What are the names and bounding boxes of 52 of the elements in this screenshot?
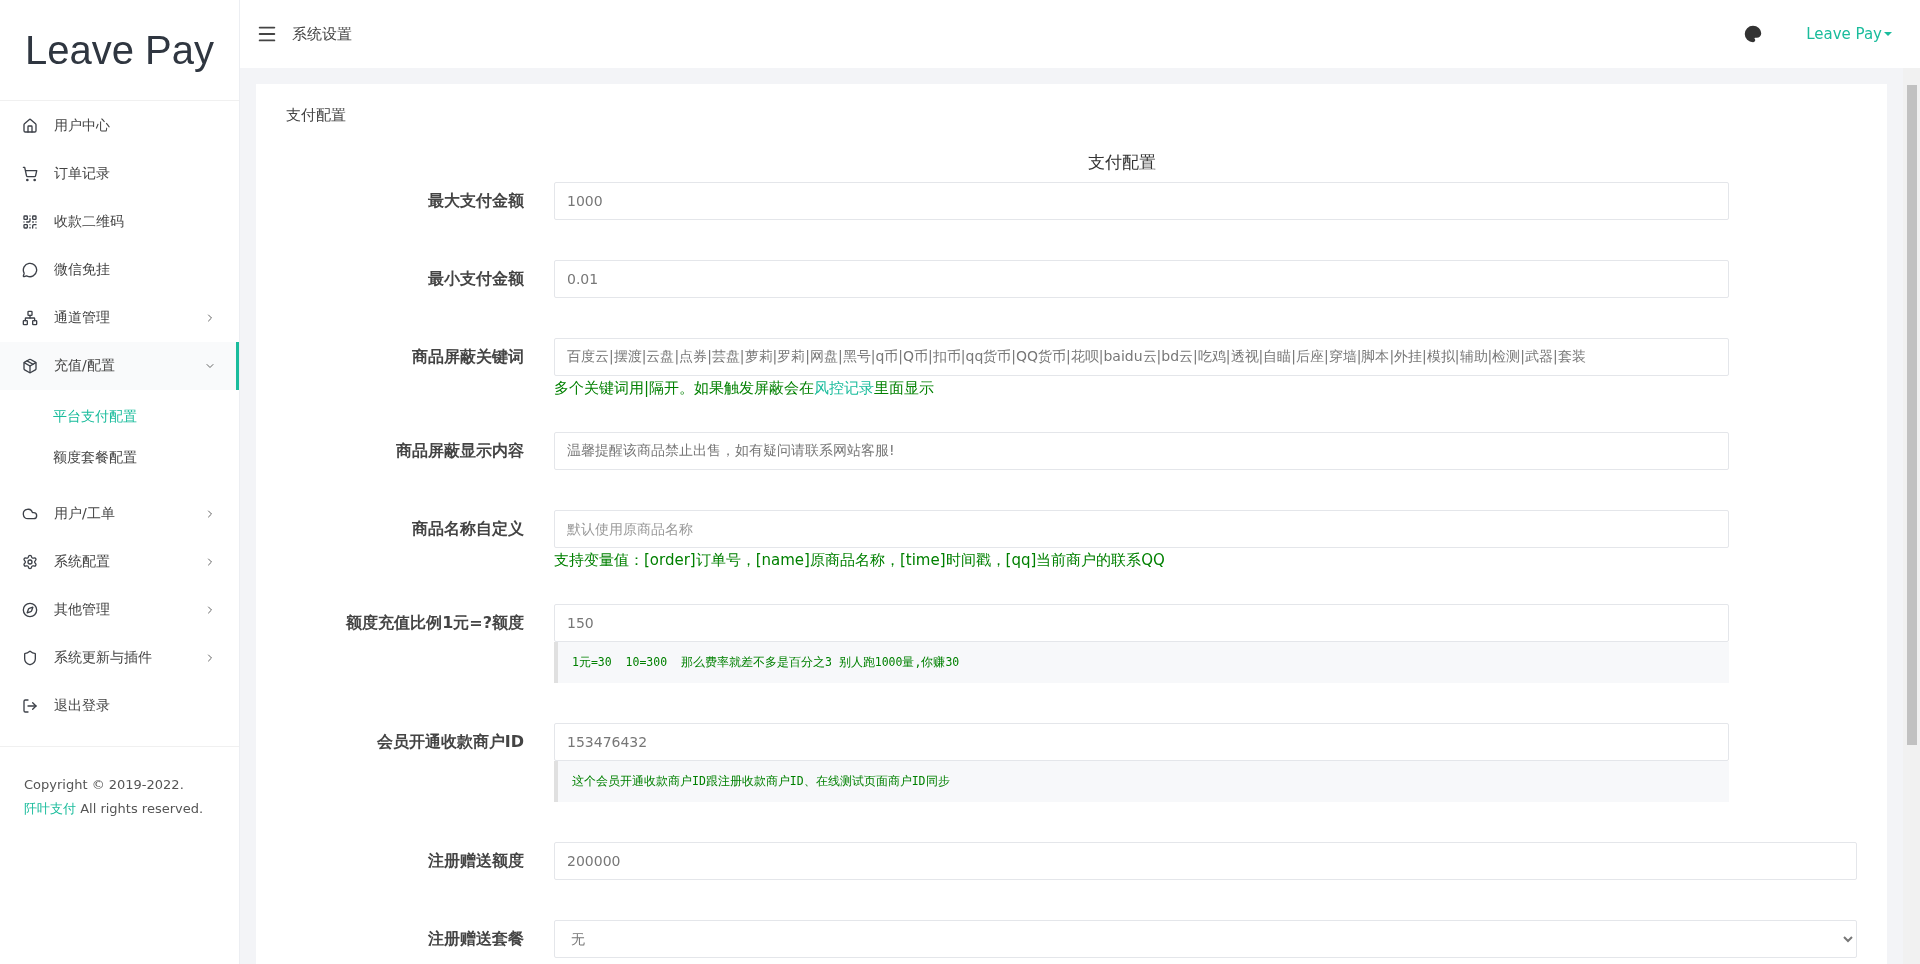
input-field[interactable]: 0.01 <box>554 260 1729 298</box>
select-field[interactable]: 无 <box>554 920 1857 958</box>
shield-icon <box>22 650 38 666</box>
copyright-text: Copyright © 2019-2022. 阡叶支付 All rights reserved. <box>23 776 205 818</box>
input-field[interactable]: 温馨提醒该商品禁止出售，如有疑问请联系网站客服! <box>554 432 1729 470</box>
sidebar-item[interactable]: 订单记录 <box>0 150 239 198</box>
palette-icon[interactable] <box>1744 25 1763 43</box>
field-label: 会员开通收款商户ID <box>375 731 524 753</box>
field-help-text: 多个关键词用|隔开。如果触发屏蔽会在风控记录里面显示 <box>554 379 936 398</box>
sidebar-item[interactable]: 用户/工单 <box>0 490 239 538</box>
submenu-item[interactable]: 额度套餐配置 <box>0 437 239 478</box>
input-field[interactable]: 150 <box>554 604 1729 642</box>
scrollbar[interactable] <box>1903 68 1920 964</box>
qr-code-icon <box>22 214 38 230</box>
input-field[interactable]: 153476432 <box>554 723 1729 761</box>
cart-icon <box>22 166 38 182</box>
sidebar-item[interactable]: 用户中心 <box>0 102 239 150</box>
compass-icon <box>22 602 38 618</box>
field-note: 这个会员开通收款商户ID跟注册收款商户ID、在线测试页面商户ID同步 <box>554 761 1729 802</box>
sidebar-item[interactable]: 系统更新与插件 <box>0 634 239 682</box>
card-title: 支付配置 <box>286 106 347 125</box>
sidebar-item[interactable]: 充值/配置 <box>0 342 239 390</box>
logout-icon <box>22 698 38 714</box>
field-label: 商品屏蔽关键词 <box>411 346 524 368</box>
cloud-icon <box>22 506 38 522</box>
sidebar-item[interactable]: 退出登录 <box>0 682 239 730</box>
field-label: 商品名称自定义 <box>411 518 524 540</box>
field-label: 商品屏蔽显示内容 <box>395 440 524 462</box>
network-icon <box>22 310 38 326</box>
input-field[interactable]: 百度云|摆渡|云盘|点券|芸盘|萝莉|罗莉|网盘|黑号|q币|Q币|扣币|qq货币|QQ货币|花呗|baidu云|bd云|吃鸡|透视|自瞄|后座|穿墙|脚本|外挂|模拟|辅助|检测|武器|套装 <box>554 338 1729 376</box>
page-title: 系统设置 <box>292 24 353 44</box>
input-field[interactable]: 200000 <box>554 842 1857 880</box>
field-label: 额度充值比例1元=?额度 <box>344 612 524 634</box>
input-field[interactable]: 默认使用原商品名称 <box>554 510 1729 548</box>
field-label: 注册赠送额度 <box>427 850 524 872</box>
field-label: 最小支付金额 <box>427 268 524 290</box>
form-title: 支付配置 <box>1086 151 1157 174</box>
field-help-text: 支持变量值：[order]订单号，[name]原商品名称，[time]时间戳，[qq]当前商户的联系QQ <box>554 551 1166 570</box>
chat-icon <box>22 262 38 278</box>
settings-icon <box>22 554 38 570</box>
field-label: 注册赠送套餐 <box>427 928 524 950</box>
sidebar-item[interactable]: 其他管理 <box>0 586 239 634</box>
field-label: 最大支付金额 <box>427 190 524 212</box>
sidebar-item[interactable]: 系统配置 <box>0 538 239 586</box>
sidebar-item[interactable]: 微信免挂 <box>0 246 239 294</box>
input-field[interactable]: 1000 <box>554 182 1729 220</box>
field-note: 1元=30 10=300 那么费率就差不多是百分之3 别人跑1000量,你赚30 <box>554 642 1729 683</box>
logo-text: Leave Pay <box>0 0 239 101</box>
home-icon <box>22 118 38 134</box>
box-icon <box>22 358 38 374</box>
sidebar-item[interactable]: 收款二维码 <box>0 198 239 246</box>
sidebar-item[interactable]: 通道管理 <box>0 294 239 342</box>
